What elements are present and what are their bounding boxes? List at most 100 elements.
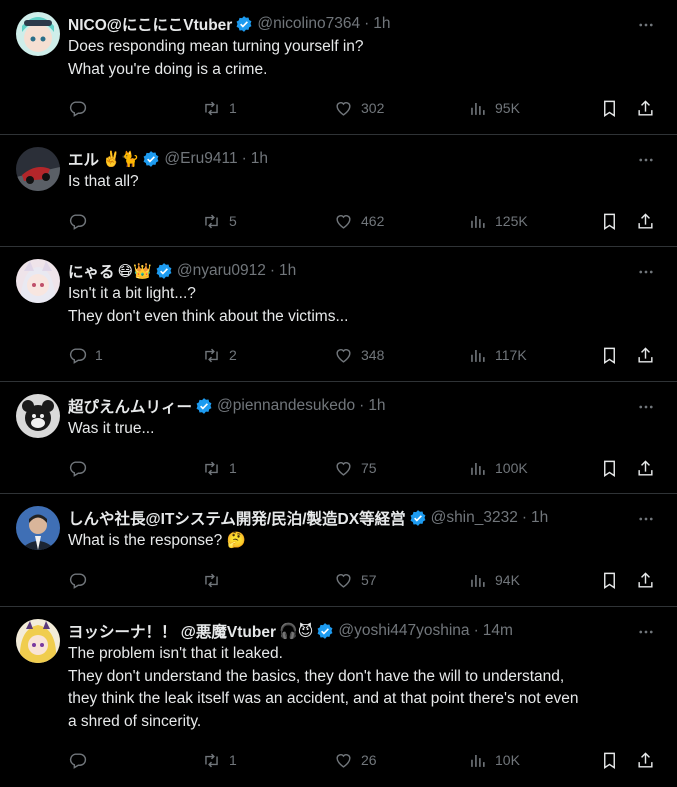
view-count: 100K (495, 460, 528, 476)
views-button[interactable]: 95K (468, 99, 520, 118)
like-button[interactable]: 462 (334, 212, 384, 231)
author-name[interactable]: にゃる (68, 260, 115, 282)
tweet-line: They don't even think about the victims.… (68, 307, 349, 325)
like-button[interactable]: 348 (334, 346, 384, 365)
author-handle[interactable]: @nicolino7364 (257, 15, 360, 33)
retweet-button[interactable]: 5 (202, 212, 237, 231)
like-button[interactable]: 302 (334, 99, 384, 118)
avatar[interactable] (16, 619, 60, 663)
separator-dot: · (473, 622, 479, 639)
avatar[interactable] (16, 394, 60, 438)
author-name[interactable]: ヨッシーナ！！ @悪魔Vtuber (68, 620, 276, 642)
name-emoji: 🎧😈 (279, 623, 314, 640)
views-button[interactable]: 100K (468, 459, 528, 478)
tweet-line: Is that all? (68, 173, 139, 190)
retweet-icon (205, 461, 218, 475)
tweet-line: they think the leak itself was an accide… (68, 690, 579, 707)
heart-icon (336, 573, 351, 588)
like-button[interactable]: 26 (334, 751, 377, 770)
like-button[interactable]: 57 (334, 571, 377, 590)
retweet-icon (205, 348, 218, 362)
tweet-text: What is the response? 🤔 (68, 530, 658, 553)
retweet-button[interactable]: 1 (202, 751, 237, 770)
avatar[interactable] (16, 259, 60, 303)
tweet[interactable]: NICO@にこにこVtuber @nicolino7364 · 1h Does … (0, 0, 677, 135)
author-name[interactable]: しんや社長@ITシステム開発/民泊/製造DX等経営 (68, 507, 406, 529)
bookmark-button[interactable] (600, 459, 619, 478)
reply-button[interactable] (68, 571, 95, 590)
tweet[interactable]: ヨッシーナ！！ @悪魔Vtuber 🎧😈 @yoshi447yoshina · … (0, 607, 677, 787)
timestamp[interactable]: 14m (483, 622, 513, 640)
share-icon (638, 751, 653, 768)
views-button[interactable]: 117K (468, 346, 527, 365)
retweet-count: 1 (229, 752, 237, 768)
bookmark-button[interactable] (600, 346, 619, 365)
separator-dot: · (364, 15, 370, 32)
tweet[interactable]: しんや社長@ITシステム開発/民泊/製造DX等経営 @shin_3232 · 1… (0, 494, 677, 607)
heart-icon (336, 348, 351, 363)
tweet-line: Isn't it a bit light...? (68, 285, 196, 302)
bookmark-button[interactable] (600, 212, 619, 231)
verified-badge-icon (142, 150, 160, 168)
reply-button[interactable] (68, 99, 95, 118)
avatar[interactable] (16, 12, 60, 56)
author-name[interactable]: エル (68, 148, 99, 170)
retweet-icon (205, 573, 218, 587)
author-handle[interactable]: @Eru9411 (164, 150, 237, 168)
share-button[interactable] (636, 459, 655, 478)
reply-button[interactable] (68, 459, 95, 478)
reply-icon (69, 460, 87, 477)
author-handle[interactable]: @yoshi447yoshina (338, 622, 469, 640)
tweet[interactable]: にゃる 😷👑 @nyaru0912 · 1h Isn't it a bit li… (0, 247, 677, 382)
heart-icon (336, 461, 351, 476)
reply-count: 1 (95, 347, 103, 363)
author-handle[interactable]: @nyaru0912 (177, 262, 266, 280)
timestamp[interactable]: 1h (279, 262, 296, 280)
bookmark-button[interactable] (600, 751, 619, 770)
tweet[interactable]: 超ぴえんムリィー @piennandesukedo · 1h Was it tr… (0, 382, 677, 494)
like-button[interactable]: 75 (334, 459, 377, 478)
retweet-button[interactable]: 1 (202, 99, 237, 118)
reply-button[interactable] (68, 751, 95, 770)
tweet[interactable]: エル ✌️🐈 @Eru9411 · 1h Is that all? 5 462 … (0, 135, 677, 247)
retweet-button[interactable] (202, 571, 229, 590)
view-count: 10K (495, 752, 520, 768)
views-button[interactable]: 94K (468, 571, 520, 590)
verified-badge-icon (195, 397, 213, 415)
bookmark-button[interactable] (600, 99, 619, 118)
reply-button[interactable] (68, 212, 95, 231)
tweet-line: The problem isn't that it leaked. (68, 645, 283, 662)
timestamp[interactable]: 1h (251, 150, 268, 168)
timestamp[interactable]: 1h (373, 15, 390, 33)
share-button[interactable] (636, 751, 655, 770)
retweet-icon (205, 101, 218, 115)
timestamp[interactable]: 1h (368, 397, 385, 415)
bookmark-icon (604, 460, 615, 477)
reply-icon (69, 213, 87, 230)
reply-icon (69, 100, 87, 117)
share-button[interactable] (636, 99, 655, 118)
timestamp[interactable]: 1h (531, 509, 548, 527)
avatar[interactable] (16, 506, 60, 550)
views-icon (471, 102, 485, 115)
author-name[interactable]: NICO@にこにこVtuber (68, 13, 232, 35)
views-icon (471, 215, 485, 228)
share-button[interactable] (636, 571, 655, 590)
author-handle[interactable]: @shin_3232 (431, 509, 518, 527)
tweet-line: Does responding mean turning yourself in… (68, 38, 364, 55)
author-name[interactable]: 超ぴえんムリィー (68, 395, 192, 417)
avatar[interactable] (16, 147, 60, 191)
heart-icon (336, 753, 351, 768)
views-button[interactable]: 10K (468, 751, 520, 770)
share-icon (638, 212, 653, 229)
retweet-button[interactable]: 2 (202, 346, 237, 365)
views-button[interactable]: 125K (468, 212, 528, 231)
reply-button[interactable]: 1 (68, 346, 103, 365)
bookmark-icon (604, 213, 615, 230)
retweet-button[interactable]: 1 (202, 459, 237, 478)
share-icon (638, 571, 653, 588)
author-handle[interactable]: @piennandesukedo (217, 397, 355, 415)
share-button[interactable] (636, 212, 655, 231)
bookmark-button[interactable] (600, 571, 619, 590)
share-button[interactable] (636, 346, 655, 365)
